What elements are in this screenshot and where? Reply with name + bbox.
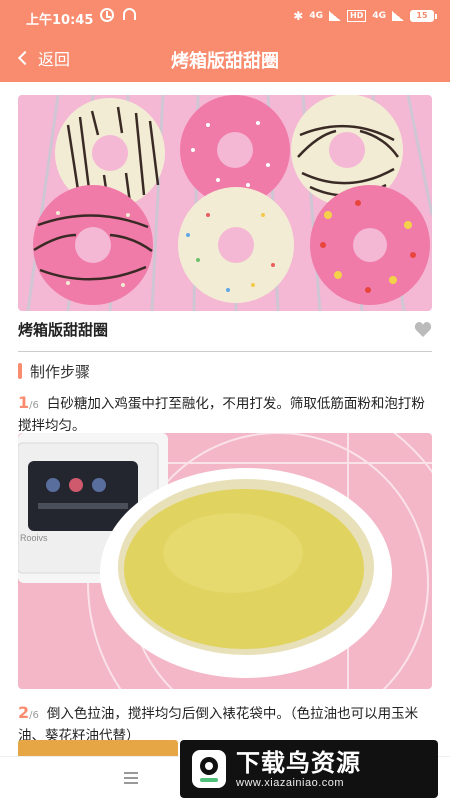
battery-icon: 15 bbox=[410, 10, 437, 22]
recipe-hero-image bbox=[18, 95, 432, 311]
hd-badge: HD bbox=[347, 10, 367, 22]
scale-brand: Rooivs bbox=[20, 533, 48, 543]
signal-icon bbox=[329, 11, 341, 21]
watermark-name: 下载鸟资源 bbox=[236, 749, 361, 777]
bluetooth-icon: ✱ bbox=[293, 9, 304, 23]
step-total: /6 bbox=[29, 400, 39, 411]
step-text: 白砂糖加入鸡蛋中打至融化，不用打发。筛取低筋面粉和泡打粉搅拌均匀。 bbox=[18, 396, 425, 434]
step-1-image: Rooivs bbox=[18, 433, 432, 689]
watermark-url: www.xiazainiao.com bbox=[236, 777, 345, 789]
nav-bar: 返回 烤箱版甜甜圈 bbox=[0, 34, 450, 82]
watermark-text: 下载鸟资源 www.xiazainiao.com bbox=[236, 749, 361, 789]
headset-icon bbox=[123, 8, 136, 20]
step-text: 倒入色拉油，搅拌均匀后倒入裱花袋中。（色拉油也可以用玉米油、葵花籽油代替） bbox=[18, 706, 419, 744]
menu-icon[interactable] bbox=[124, 772, 138, 784]
step-number: 2 bbox=[18, 703, 30, 722]
step-total: /6 bbox=[29, 710, 39, 721]
step-1: 1/6 白砂糖加入鸡蛋中打至融化，不用打发。筛取低筋面粉和泡打粉搅拌均匀。 bbox=[18, 393, 432, 436]
network-label-1: 4G bbox=[309, 11, 323, 21]
watermark-logo-icon bbox=[192, 750, 226, 788]
signal-icon-2 bbox=[392, 11, 404, 21]
step-number: 1 bbox=[18, 393, 30, 412]
recipe-title: 烤箱版甜甜圈 bbox=[18, 321, 109, 339]
page-title: 烤箱版甜甜圈 bbox=[171, 51, 279, 72]
status-bar: 上午10:45 ✱ 4G HD 4G 15 bbox=[0, 0, 450, 34]
alarm-icon bbox=[100, 8, 114, 22]
section-accent-bar bbox=[18, 363, 22, 379]
divider bbox=[18, 351, 432, 352]
status-time: 上午10:45 bbox=[26, 13, 94, 28]
watermark-badge: 下载鸟资源 www.xiazainiao.com bbox=[180, 740, 438, 798]
steps-section-label: 制作步骤 bbox=[30, 362, 91, 381]
status-indicators: ✱ 4G HD 4G 15 bbox=[293, 9, 437, 23]
network-label-2: 4G bbox=[372, 11, 386, 21]
steps-section-header: 制作步骤 bbox=[18, 360, 90, 382]
heart-icon[interactable] bbox=[414, 321, 432, 338]
